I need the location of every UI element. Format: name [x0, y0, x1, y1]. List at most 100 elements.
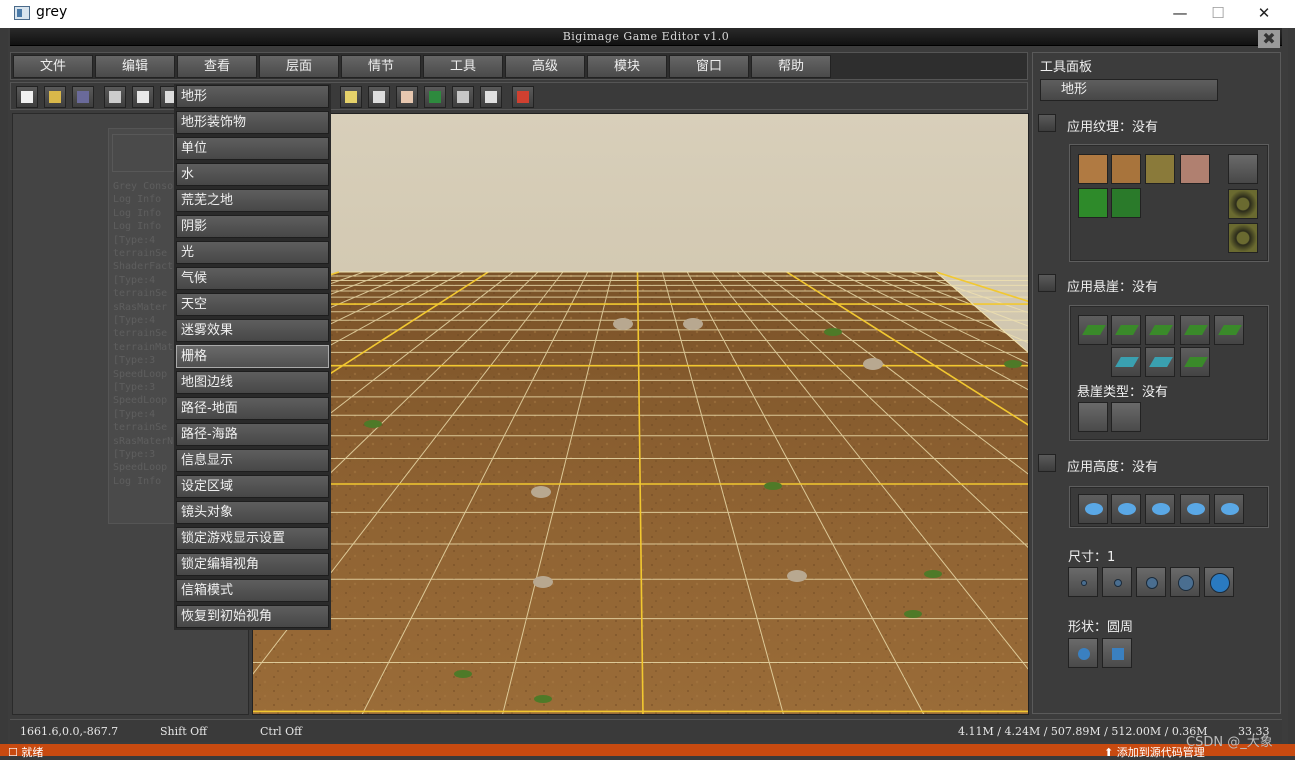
dropdown-item[interactable]: 迷雾效果 — [176, 319, 329, 342]
grass-decoration — [534, 695, 552, 703]
height-tool-button[interactable] — [1145, 494, 1175, 524]
brush-size-button[interactable] — [1068, 567, 1098, 597]
dropdown-item[interactable]: 信箱模式 — [176, 579, 329, 602]
console-header — [112, 134, 174, 172]
dropdown-item[interactable]: 单位 — [176, 137, 329, 160]
cliff-tool-button[interactable] — [1078, 315, 1108, 345]
terrain-mode-button[interactable]: 地形 — [1040, 79, 1218, 101]
shape-square-button[interactable] — [1102, 638, 1132, 668]
status-memory: 4.11M / 4.24M / 507.89M / 512.00M / 0.36… — [958, 725, 1208, 738]
cut-button[interactable] — [104, 86, 126, 108]
console-line: terrainSe — [113, 248, 168, 259]
menu-module[interactable]: 模块 — [587, 55, 667, 78]
menu-view[interactable]: 查看 — [177, 55, 257, 78]
menu-advanced[interactable]: 高级 — [505, 55, 585, 78]
brush-size-button[interactable] — [1170, 567, 1200, 597]
dropdown-item[interactable]: 荒芜之地 — [176, 189, 329, 212]
save-button[interactable] — [72, 86, 94, 108]
dropdown-item[interactable]: 天空 — [176, 293, 329, 316]
camera-button[interactable] — [368, 86, 390, 108]
brush-size-icon — [1210, 573, 1230, 593]
menu-file[interactable]: 文件 — [13, 55, 93, 78]
cliff-type-button[interactable] — [1111, 402, 1141, 432]
close-button[interactable]: ✕ — [1241, 0, 1287, 28]
dropdown-item[interactable]: 栅格 — [176, 345, 329, 368]
editor-titlebar: Bigimage Game Editor v1.0 — [10, 28, 1282, 46]
dropdown-item[interactable]: 路径-海路 — [176, 423, 329, 446]
apply-texture-checkbox[interactable] — [1038, 114, 1056, 132]
cliff-icon — [1082, 325, 1106, 335]
height-tool-button[interactable] — [1111, 494, 1141, 524]
height-tool-button[interactable] — [1078, 494, 1108, 524]
dropdown-item[interactable]: 锁定游戏显示设置 — [176, 527, 329, 550]
cliff-tool-button[interactable] — [1145, 347, 1175, 377]
console-line: [Type:4 — [113, 234, 156, 246]
menu-tools[interactable]: 工具 — [423, 55, 503, 78]
texture-tile-slot[interactable] — [1228, 223, 1258, 253]
export-button[interactable] — [480, 86, 502, 108]
dropdown-item[interactable]: 地图边线 — [176, 371, 329, 394]
check-button[interactable] — [512, 86, 534, 108]
height-tool-button[interactable] — [1214, 494, 1244, 524]
shape-circle-button[interactable] — [1068, 638, 1098, 668]
menu-edit[interactable]: 编辑 — [95, 55, 175, 78]
dropdown-item[interactable]: 锁定编辑视角 — [176, 553, 329, 576]
cliff-icon — [1149, 357, 1173, 367]
script-button[interactable] — [396, 86, 418, 108]
brush-size-button[interactable] — [1136, 567, 1166, 597]
brush-size-label: 尺寸：1 — [1068, 550, 1116, 565]
texture-swatch[interactable] — [1111, 154, 1141, 184]
new-file-button[interactable] — [16, 86, 38, 108]
texture-tile-slot[interactable] — [1228, 189, 1258, 219]
console-line: terrainSe — [113, 422, 168, 434]
dropdown-item[interactable]: 阴影 — [176, 215, 329, 238]
terrain-viewport[interactable] — [252, 113, 1029, 715]
editor-close-button[interactable]: ✖ — [1258, 30, 1280, 48]
texture-swatch[interactable] — [1078, 188, 1108, 218]
menu-window[interactable]: 窗口 — [669, 55, 749, 78]
menu-scenario[interactable]: 情节 — [341, 55, 421, 78]
dropdown-item[interactable]: 恢复到初始视角 — [176, 605, 329, 628]
cliff-tool-button[interactable] — [1111, 347, 1141, 377]
maximize-button[interactable]: ☐ — [1195, 0, 1241, 28]
apply-height-checkbox[interactable] — [1038, 454, 1056, 472]
dropdown-item[interactable]: 设定区域 — [176, 475, 329, 498]
rock-decoration — [613, 318, 633, 330]
dropdown-item[interactable]: 路径-地面 — [176, 397, 329, 420]
brush-size-button[interactable] — [1102, 567, 1132, 597]
brush-size-button[interactable] — [1204, 567, 1234, 597]
dropdown-item[interactable]: 镜头对象 — [176, 501, 329, 524]
sound-button[interactable] — [340, 86, 362, 108]
dropdown-item[interactable]: 水 — [176, 163, 329, 186]
cliff-type-button[interactable] — [1078, 402, 1108, 432]
copy-button[interactable] — [132, 86, 154, 108]
menu-help[interactable]: 帮助 — [751, 55, 831, 78]
console-line: SpeedLoop — [113, 462, 168, 474]
texture-empty-slot[interactable] — [1228, 154, 1258, 184]
dropdown-item[interactable]: 信息显示 — [176, 449, 329, 472]
texture-swatch[interactable] — [1180, 154, 1210, 184]
app-icon — [14, 6, 30, 20]
cliff-tool-button[interactable] — [1145, 315, 1175, 345]
open-folder-button[interactable] — [44, 86, 66, 108]
map-button[interactable] — [424, 86, 446, 108]
cliff-tool-button[interactable] — [1180, 347, 1210, 377]
menu-layer[interactable]: 层面 — [259, 55, 339, 78]
apply-cliff-checkbox[interactable] — [1038, 274, 1056, 292]
texture-swatch[interactable] — [1111, 188, 1141, 218]
cliff-tool-button[interactable] — [1214, 315, 1244, 345]
dropdown-item[interactable]: 地形装饰物 — [176, 111, 329, 134]
grass-decoration — [364, 420, 382, 428]
dropdown-item[interactable]: 气候 — [176, 267, 329, 290]
cliff-tool-button[interactable] — [1180, 315, 1210, 345]
texture-swatch[interactable] — [1078, 154, 1108, 184]
dropdown-item[interactable]: 地形 — [176, 85, 329, 108]
texture-swatch[interactable] — [1145, 154, 1175, 184]
console-line: [Type:4 — [113, 408, 156, 420]
dropdown-item[interactable]: 光 — [176, 241, 329, 264]
toolbar — [10, 82, 1028, 110]
cliff-icon — [1218, 325, 1242, 335]
height-tool-button[interactable] — [1180, 494, 1210, 524]
object-button[interactable] — [452, 86, 474, 108]
cliff-tool-button[interactable] — [1111, 315, 1141, 345]
